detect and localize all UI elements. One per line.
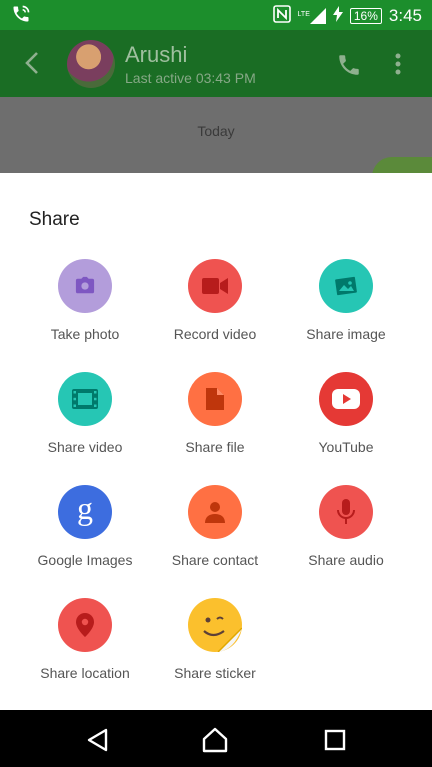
share-option-share-sticker[interactable]: Share sticker (145, 598, 285, 698)
share-option-label: Share audio (308, 552, 384, 568)
back-triangle-icon[interactable] (84, 726, 112, 754)
signal-icon: LTE (297, 7, 326, 24)
status-bar: LTE 16% 3:45 (0, 0, 432, 30)
film-icon (58, 372, 112, 426)
google-g-icon: g (58, 485, 112, 539)
share-option-label: Share contact (171, 552, 259, 568)
video-camera-icon (188, 259, 242, 313)
share-option-label: Share video (47, 439, 123, 455)
share-option-share-contact[interactable]: Share contact (145, 485, 285, 585)
person-icon (188, 485, 242, 539)
share-option-take-photo[interactable]: Take photo (15, 259, 155, 359)
share-option-label: Take photo (50, 326, 120, 342)
share-sheet: Share Take photo Record video Share imag… (0, 173, 432, 710)
clock: 3:45 (388, 5, 422, 25)
share-sheet-title: Share (29, 209, 80, 230)
share-option-share-video[interactable]: Share video (15, 372, 155, 472)
microphone-icon (319, 485, 373, 539)
charging-icon (332, 6, 343, 25)
date-divider: Today (197, 123, 235, 139)
image-icon (319, 259, 373, 313)
phone-call-icon (10, 4, 32, 29)
share-option-record-video[interactable]: Record video (145, 259, 285, 359)
chat-header: Arushi Last active 03:43 PM (0, 30, 432, 97)
share-option-label: YouTube (318, 439, 374, 455)
camera-icon (58, 259, 112, 313)
share-option-share-file[interactable]: Share file (145, 372, 285, 472)
share-option-share-image[interactable]: Share image (276, 259, 416, 359)
message-bubble (372, 157, 432, 173)
share-option-share-audio[interactable]: Share audio (276, 485, 416, 585)
share-option-share-location[interactable]: Share location (15, 598, 155, 698)
navigation-bar (0, 710, 432, 767)
share-option-label: Share image (306, 326, 386, 342)
share-option-youtube[interactable]: YouTube (276, 372, 416, 472)
chat-area: Today (0, 97, 432, 173)
share-option-label: Record video (173, 326, 257, 342)
battery-level: 16% (349, 7, 382, 24)
share-option-label: Share file (185, 439, 245, 455)
call-button[interactable] (336, 52, 362, 78)
share-option-google-images[interactable]: g Google Images (15, 485, 155, 585)
file-icon (188, 372, 242, 426)
home-icon[interactable] (201, 726, 229, 754)
youtube-icon (319, 372, 373, 426)
location-pin-icon (58, 598, 112, 652)
svg-text:g: g (77, 495, 93, 526)
share-option-label: Share sticker (174, 665, 256, 681)
contact-name[interactable]: Arushi (125, 42, 187, 68)
avatar[interactable] (67, 40, 115, 88)
share-option-label: Share location (40, 665, 130, 681)
last-active-status: Last active 03:43 PM (125, 70, 256, 86)
more-options-button[interactable] (388, 50, 408, 78)
sticker-icon (188, 598, 242, 652)
share-option-label: Google Images (37, 552, 133, 568)
network-type: LTE (297, 10, 310, 18)
back-button[interactable] (18, 48, 48, 78)
recent-apps-icon[interactable] (321, 726, 349, 754)
nfc-icon (272, 5, 291, 26)
